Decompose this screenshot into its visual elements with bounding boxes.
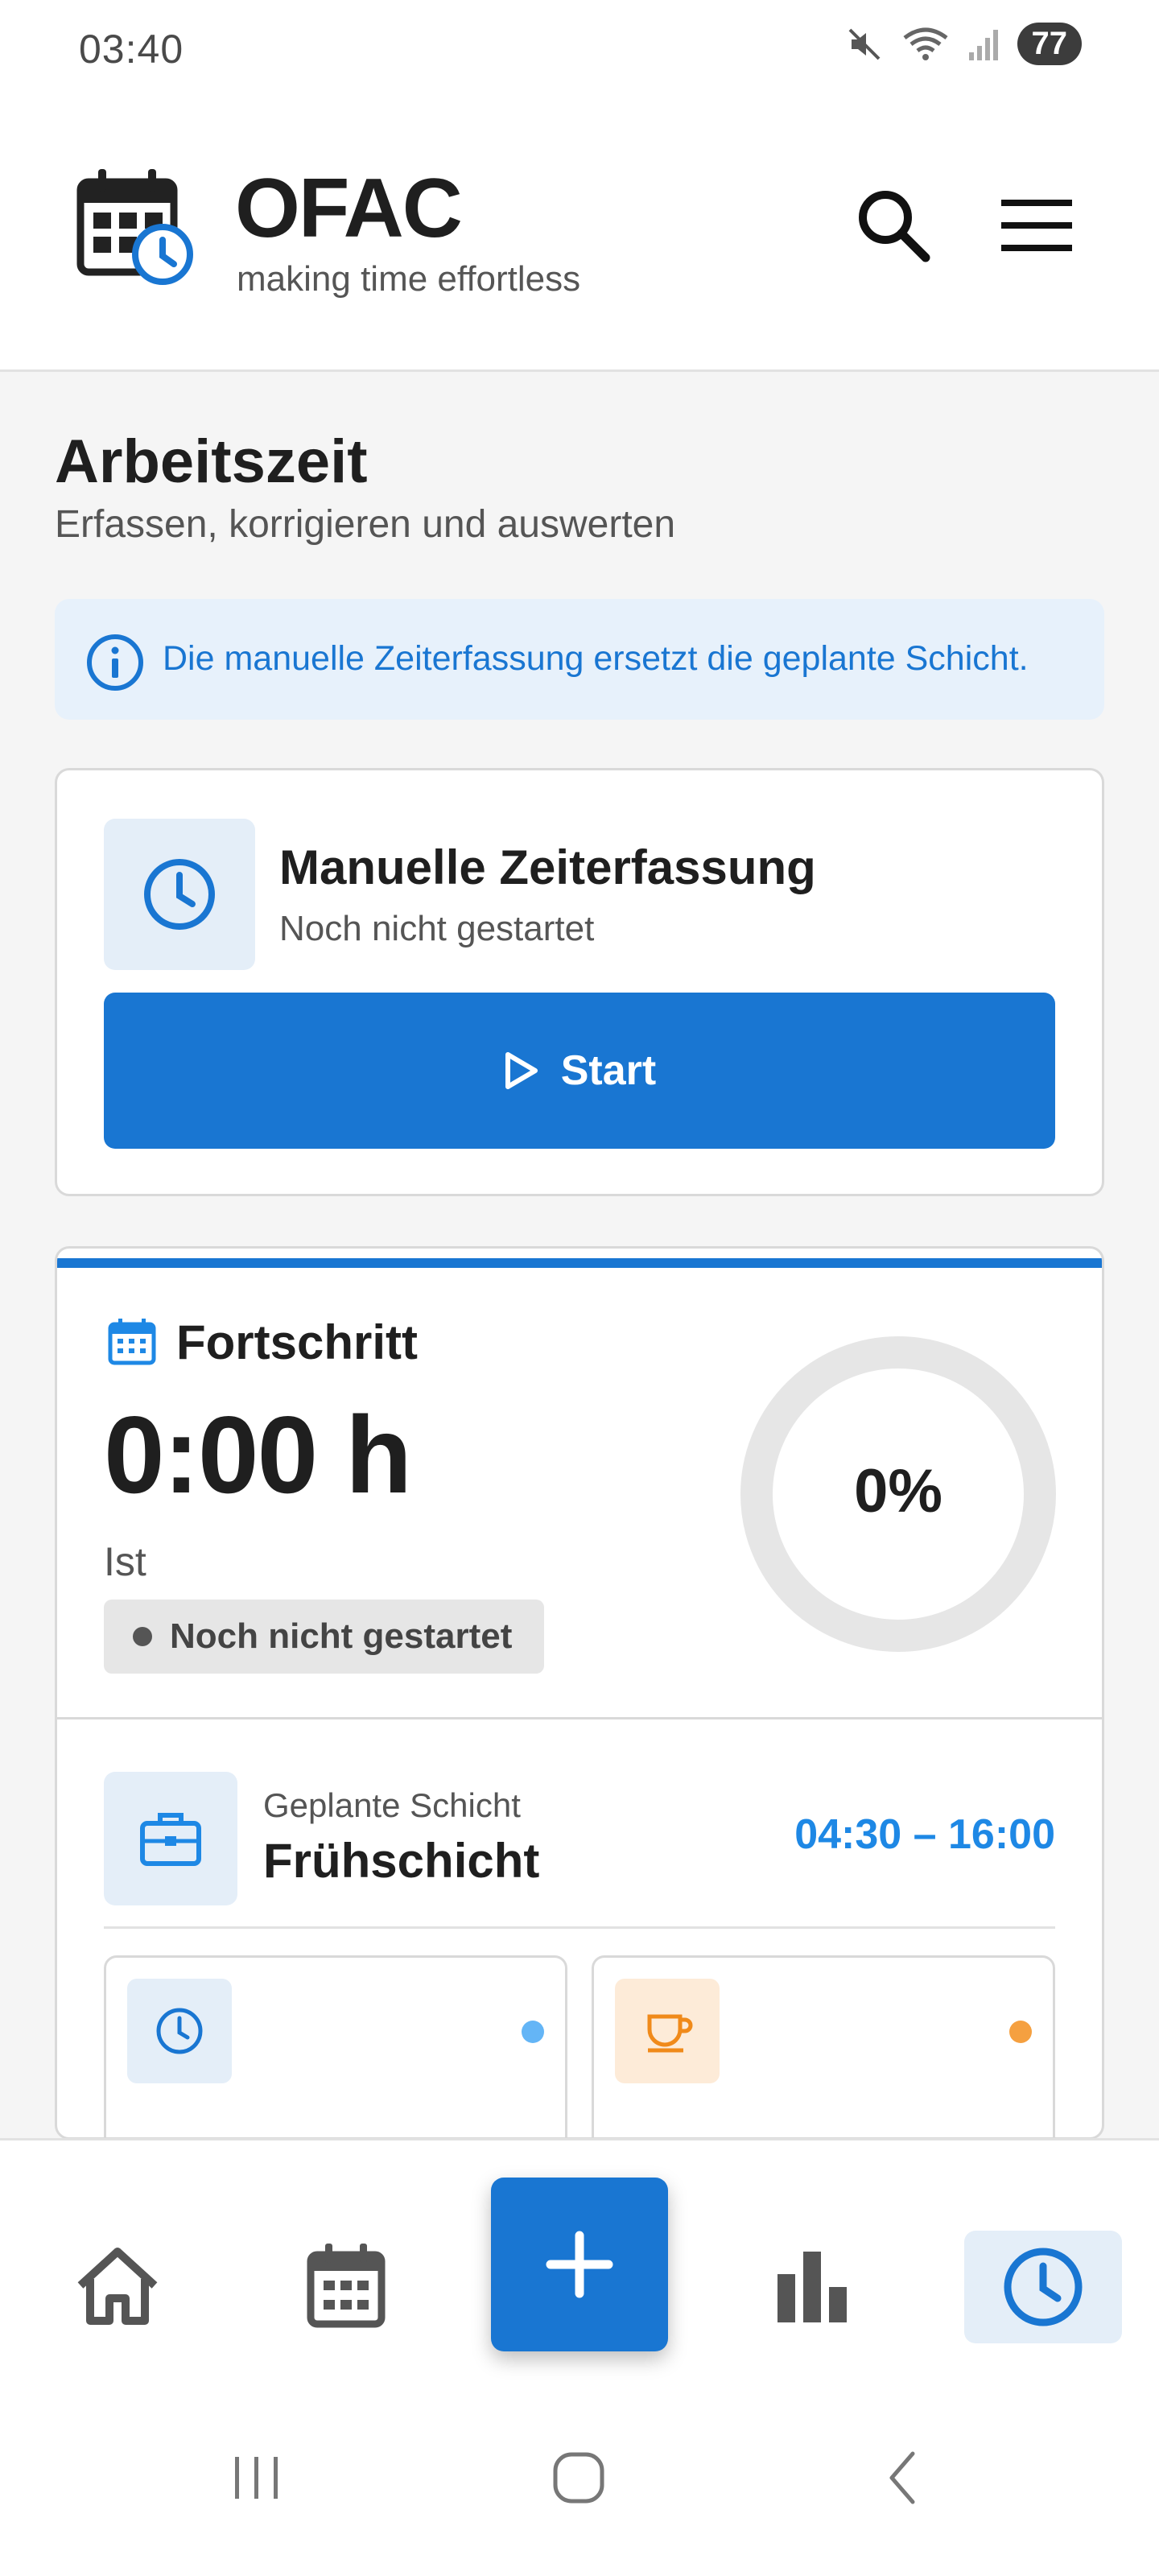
status-badge: Noch nicht gestartet [104,1600,545,1674]
status-time: 03:40 [79,27,184,72]
shift-tile [104,1772,237,1905]
back-icon[interactable] [882,2446,922,2510]
clock-icon [156,2008,203,2054]
info-banner: Die manuelle Zeiterfassung ersetzt die g… [55,599,1104,720]
signal-icon [968,29,998,60]
progress-value: 0:00 h [104,1393,412,1516]
play-icon [505,1052,538,1089]
manual-tracking-card: Manuelle Zeiterfassung Noch nicht gestar… [55,768,1104,1196]
divider [57,1717,1102,1719]
shift-name: Frühschicht [263,1834,540,1888]
shift-label: Geplante Schicht [263,1786,521,1824]
add-icon [546,2231,613,2298]
start-button-label: Start [560,1047,657,1094]
calendar-clock-icon [76,169,193,285]
work-time-mini-card[interactable] [104,1955,567,2137]
coffee-cup-icon [647,2014,693,2053]
status-icons: 77 [845,23,1082,65]
break-mini-card[interactable] [592,1955,1055,2137]
progress-accent-bar [57,1258,1102,1268]
clock-tile [104,819,255,970]
divider [104,1926,1055,1929]
hamburger-menu-icon[interactable] [998,193,1075,258]
coffee-tile [615,1979,720,2083]
briefcase-icon [140,1813,201,1866]
home-icon[interactable] [69,2237,166,2334]
calendar-icon [108,1319,156,1365]
manual-tracking-status: Noch nicht gestartet [279,909,595,948]
clock-icon [1004,2248,1083,2326]
app-header: OFAC making time effortless [0,105,1159,372]
calendar-icon[interactable] [298,2237,394,2334]
status-badge-label: Noch nicht gestartet [170,1616,513,1656]
battery-badge: 77 [1017,23,1082,65]
page-subtitle: Erfassen, korrigieren und auswerten [55,503,676,546]
app-subtitle: making time effortless [237,259,581,299]
bar-chart-icon[interactable] [763,2237,860,2334]
status-dot [1009,2021,1032,2043]
bottom-navigation [0,2138,1159,2396]
app-title: OFAC [235,162,463,255]
system-navigation-bar [0,2396,1159,2576]
status-dot [133,1627,152,1646]
manual-tracking-title: Manuelle Zeiterfassung [279,840,816,894]
shift-time: 04:30 – 16:00 [794,1811,1055,1858]
search-icon[interactable] [853,185,934,266]
info-text: Die manuelle Zeiterfassung ersetzt die g… [163,639,1029,678]
status-dot [522,2021,544,2043]
info-icon [87,634,143,691]
progress-percent: 0% [854,1457,942,1525]
clock-tile [127,1979,232,2083]
progress-title: Fortschritt [176,1315,418,1369]
home-button-icon[interactable] [551,2446,607,2510]
recent-apps-icon[interactable] [230,2446,283,2510]
status-bar: 03:40 77 [0,0,1159,105]
start-button[interactable]: Start [104,993,1055,1149]
page-title: Arbeitszeit [55,427,368,496]
clock-icon [144,859,215,930]
add-button[interactable] [491,2178,668,2351]
mute-icon [848,28,880,60]
progress-card: Fortschritt 0:00 h Ist Noch nicht gestar… [55,1246,1104,2140]
progress-value-label: Ist [104,1539,146,1584]
wifi-icon [902,27,948,60]
nav-time-tab[interactable] [964,2231,1122,2343]
